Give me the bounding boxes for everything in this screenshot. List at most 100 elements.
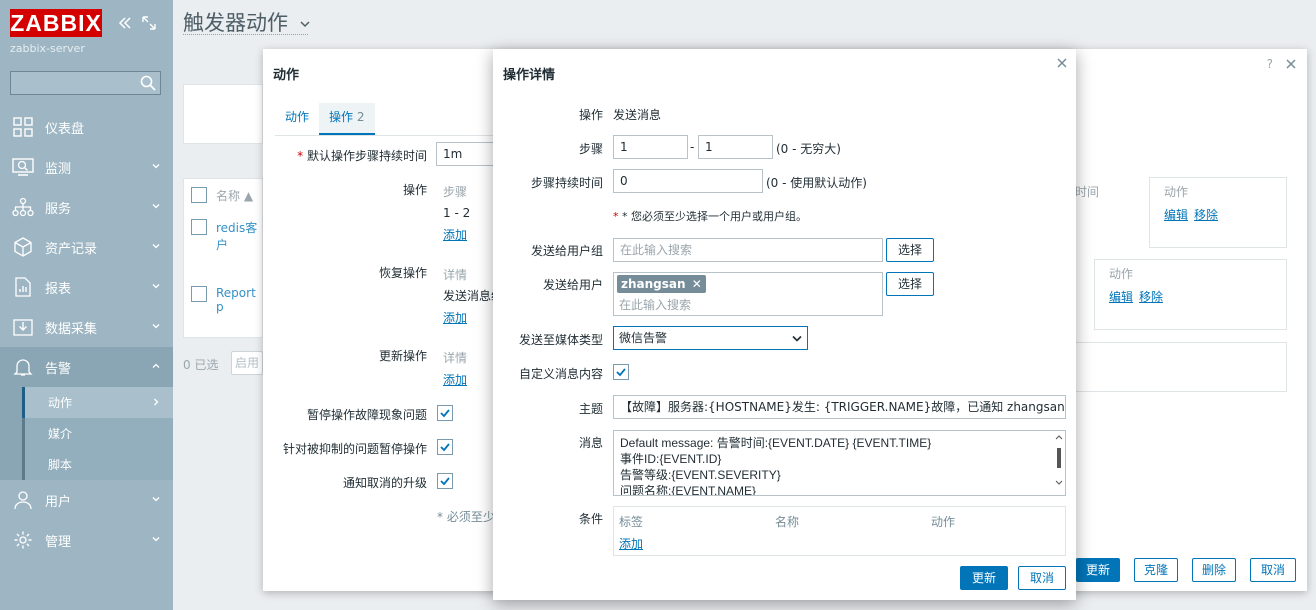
step-from-input[interactable]: 1 [613,135,688,159]
pause-symptoms-label: 暂停操作故障现象问题 [306,408,427,422]
chevron-down-icon [151,241,161,251]
edit-link[interactable]: 编辑 [1109,288,1133,305]
update-actions-cell [1075,342,1287,392]
server-name: zabbix-server [10,42,85,55]
select-users-button[interactable]: 选择 [886,272,934,296]
delete-button[interactable]: 删除 [1192,558,1236,582]
scrollbar[interactable] [1055,433,1063,493]
zabbix-logo[interactable]: ZABBIX [10,9,102,37]
submenu-label: 媒介 [48,427,73,441]
media-type-value: 微信告警 [619,331,668,345]
step-to-input[interactable]: 1 [698,135,773,159]
column-action: 动作 [931,515,956,529]
message-line: 告警等级:{EVENT.SEVERITY} [620,468,781,482]
action-link[interactable]: Report p [216,286,262,314]
subject-input[interactable]: 【故障】服务器:{HOSTNAME}发生: {TRIGGER.NAME}故障，已… [613,395,1066,419]
users-search-placeholder: 在此输入搜索 [619,298,692,312]
add-update-link[interactable]: 添加 [443,371,467,388]
step-duration-input[interactable]: 0 [613,169,763,193]
clone-button[interactable]: 克隆 [1134,558,1178,582]
column-details: 详情 [443,351,468,365]
select-groups-button[interactable]: 选择 [886,238,934,262]
menu-item-reports[interactable]: 报表 [0,267,173,307]
chevron-down-icon [151,281,161,291]
add-condition-link[interactable]: 添加 [619,535,643,552]
chevron-down-icon [151,161,161,171]
submenu-label: 动作 [48,396,73,410]
select-all-checkbox[interactable] [191,187,207,203]
remove-link[interactable]: 移除 [1194,206,1218,223]
step-duration-label: 步骤持续时间 [530,176,603,190]
help-icon[interactable]: ? [1267,57,1273,71]
submenu-item-actions[interactable]: 动作 [22,387,173,418]
sidebar-search-input[interactable] [10,71,161,95]
enable-button[interactable]: 启用 [231,351,263,375]
column-name-header[interactable]: 名称 ▲ [216,187,253,204]
tab-action[interactable]: 动作 [275,103,319,135]
menu-item-data-collection[interactable]: 数据采集 [0,307,173,347]
tab-label: 操作 [329,110,354,124]
send-groups-label: 发送给用户组 [530,244,603,258]
monitoring-icon [12,156,34,178]
chevron-down-icon [151,321,161,331]
page-title-text: 触发器动作 [183,11,288,35]
menu-label: 监测 [45,161,72,177]
row-checkbox[interactable] [191,286,207,302]
operation-value: 发送消息 [613,108,662,122]
submenu-item-scripts[interactable]: 脚本 [22,449,173,480]
column-action: 动作 [1164,185,1189,199]
column-interval: 时间 [1075,185,1100,199]
pause-symptoms-checkbox[interactable] [437,405,453,421]
menu-item-users[interactable]: 用户 [0,480,173,520]
step-dash: - [690,140,695,154]
page-title[interactable]: 触发器动作 [183,7,311,37]
menu-label: 资产记录 [45,241,98,257]
column-action: 动作 [1109,267,1134,281]
menu-item-monitoring[interactable]: 监测 [0,147,173,187]
user-groups-input[interactable]: 在此输入搜索 [613,238,883,262]
edit-link[interactable]: 编辑 [1164,206,1188,223]
message-textarea[interactable]: Default message: 告警时间:{EVENT.DATE} {EVEN… [613,430,1066,496]
submenu-item-media[interactable]: 媒介 [22,418,173,449]
column-tag: 标签 [619,515,644,529]
search-icon[interactable] [140,75,156,91]
media-type-label: 发送至媒体类型 [518,333,603,347]
default-duration-label-text: 默认操作步骤持续时间 [306,149,427,163]
add-operation-link[interactable]: 添加 [443,226,467,243]
menu-item-services[interactable]: 服务 [0,187,173,227]
operation-details-dialog: 操作详情 操作 发送消息 步骤 1 - 1 (0 - 无穷大) 步骤持续时间 0… [493,49,1076,600]
user-icon [12,489,34,511]
close-icon[interactable] [1285,58,1297,70]
reports-icon [12,276,34,298]
menu-item-inventory[interactable]: 资产记录 [0,227,173,267]
pause-suppressed-checkbox[interactable] [437,439,453,455]
menu-item-alerts[interactable]: 告警 [0,347,173,387]
notify-cancel-checkbox[interactable] [437,473,453,489]
custom-message-checkbox[interactable] [613,364,629,380]
default-duration-input[interactable]: 1m [436,142,496,166]
update-button[interactable]: 更新 [960,566,1008,590]
menu-item-dashboard[interactable]: 仪表盘 [0,107,173,147]
close-icon[interactable] [1056,57,1068,69]
expand-window-icon[interactable] [141,15,157,31]
action-link[interactable]: redis客户 [216,219,262,253]
dashboard-icon [12,116,34,138]
add-recovery-link[interactable]: 添加 [443,309,467,326]
remove-link[interactable]: 移除 [1139,288,1163,305]
menu-item-administration[interactable]: 管理 [0,520,173,560]
operations-table: 步骤 1 - 2 添加 [436,177,496,245]
data-collection-icon [12,316,34,338]
media-type-select[interactable]: 微信告警 [613,326,808,350]
conditions-table: 标签 名称 动作 添加 [613,506,1066,556]
operations-label: 操作 [402,183,427,197]
user-tag-label: zhangsan [621,277,686,291]
menu-label: 告警 [45,361,72,377]
double-chevron-left-icon[interactable] [117,15,133,31]
cancel-button[interactable]: 取消 [1250,558,1296,582]
tab-operations[interactable]: 操作 2 [319,103,375,135]
menu-label: 仪表盘 [45,121,85,137]
row-checkbox[interactable] [191,219,207,235]
update-button[interactable]: 更新 [1076,558,1120,582]
cancel-button[interactable]: 取消 [1018,566,1066,590]
remove-tag-icon[interactable]: ✕ [692,277,702,291]
